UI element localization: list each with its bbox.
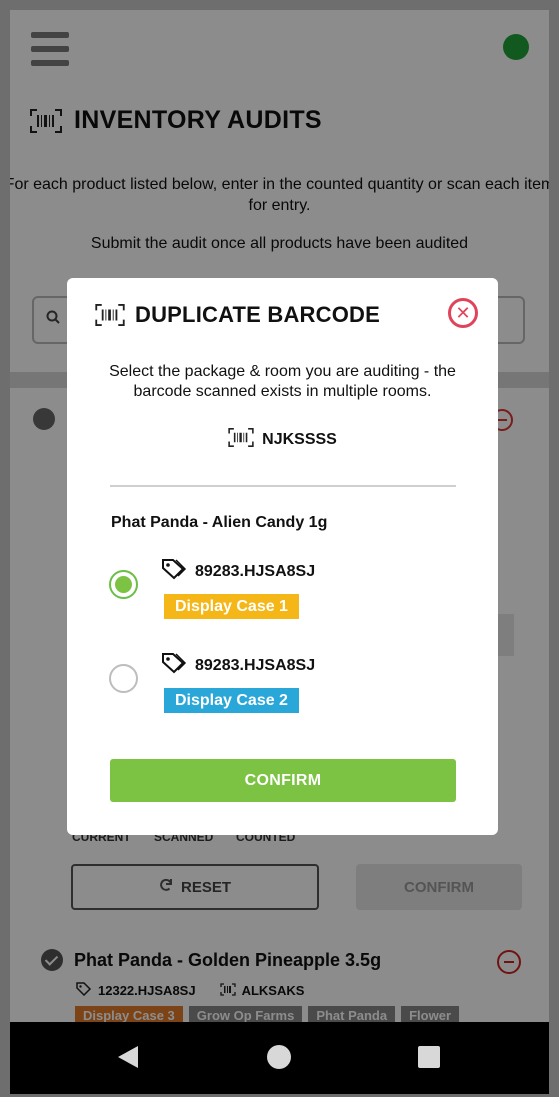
tag-icon [161, 558, 187, 585]
package-number: 89283.HJSA8SJ [195, 656, 316, 674]
barcode-icon [95, 304, 125, 326]
package-line: 89283.HJSA8SJ [161, 558, 315, 585]
barcode-icon [228, 428, 254, 452]
system-nav-bar [10, 1022, 549, 1094]
modal-header: DUPLICATE BARCODE [95, 302, 380, 328]
product-name: Phat Panda - Alien Candy 1g [111, 514, 328, 531]
duplicate-barcode-modal: DUPLICATE BARCODE ✕ Select the package &… [67, 278, 498, 835]
package-line: 89283.HJSA8SJ [161, 652, 315, 679]
package-option-1[interactable]: 89283.HJSA8SJ Display Case 1 [109, 558, 469, 628]
modal-title: DUPLICATE BARCODE [135, 302, 380, 327]
back-icon[interactable] [118, 1046, 138, 1068]
room-badge: Display Case 1 [164, 594, 299, 619]
recent-apps-icon[interactable] [418, 1046, 440, 1068]
package-number: 89283.HJSA8SJ [195, 562, 316, 580]
scanned-barcode: NJKSSSS [67, 428, 498, 452]
modal-description: Select the package & room you are auditi… [109, 363, 456, 400]
radio-button-selected[interactable] [109, 570, 138, 599]
package-option-2[interactable]: 89283.HJSA8SJ Display Case 2 [109, 652, 469, 722]
divider [110, 485, 456, 487]
radio-button[interactable] [109, 664, 138, 693]
barcode-value: NJKSSSS [262, 431, 337, 448]
home-icon[interactable] [267, 1045, 291, 1069]
room-badge: Display Case 2 [164, 688, 299, 713]
tag-icon [161, 652, 187, 679]
confirm-button[interactable]: CONFIRM [110, 759, 456, 802]
close-icon[interactable]: ✕ [448, 298, 478, 328]
